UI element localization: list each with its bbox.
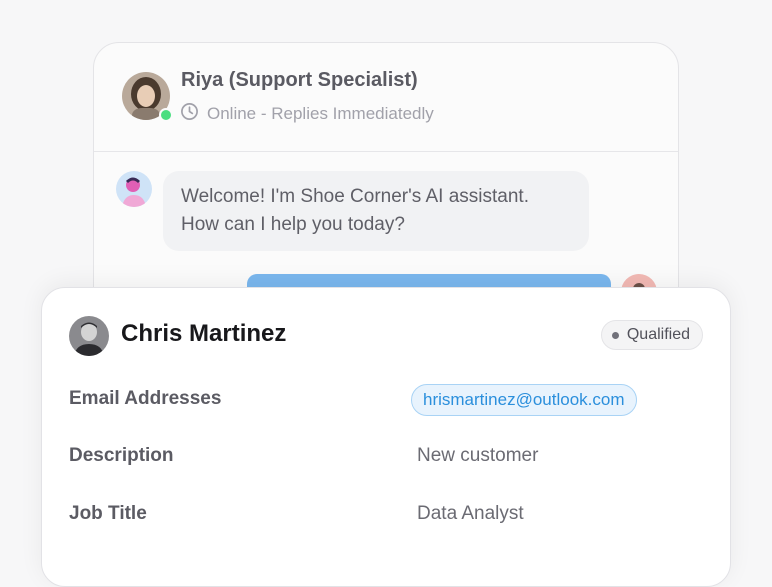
job-title-value: Data Analyst [417,503,524,524]
bot-avatar [116,171,152,207]
job-title-label: Job Title [69,503,147,524]
description-value: New customer [417,445,539,466]
contact-card: Chris Martinez Qualified Email Addresses… [41,287,731,587]
contact-name: Chris Martinez [121,320,287,347]
clock-icon [180,102,199,126]
contact-avatar [69,316,109,356]
status-text: Online - Replies Immediatedly [207,104,434,123]
agent-status: Online - Replies Immediatedly [180,102,434,126]
status-badge[interactable]: Qualified [600,320,703,350]
status-badge-label: Qualified [626,326,690,343]
chat-header: Riya (Support Specialist) Online - Repli… [94,43,678,152]
agent-name: Riya (Support Specialist) [181,69,418,91]
email-address-text: hrismartinez@outlook.com [423,390,625,409]
bot-message-line: Welcome! I'm Shoe Corner's AI assistant. [181,186,529,207]
online-status-dot [159,108,173,122]
email-address-link[interactable]: hrismartinez@outlook.com [411,384,637,416]
status-dot-icon [611,331,619,339]
email-label: Email Addresses [69,388,222,409]
bot-message-line: How can I help you today? [181,214,405,235]
description-label: Description [69,445,174,466]
bot-message-bubble: Welcome! I'm Shoe Corner's AI assistant.… [163,171,589,251]
